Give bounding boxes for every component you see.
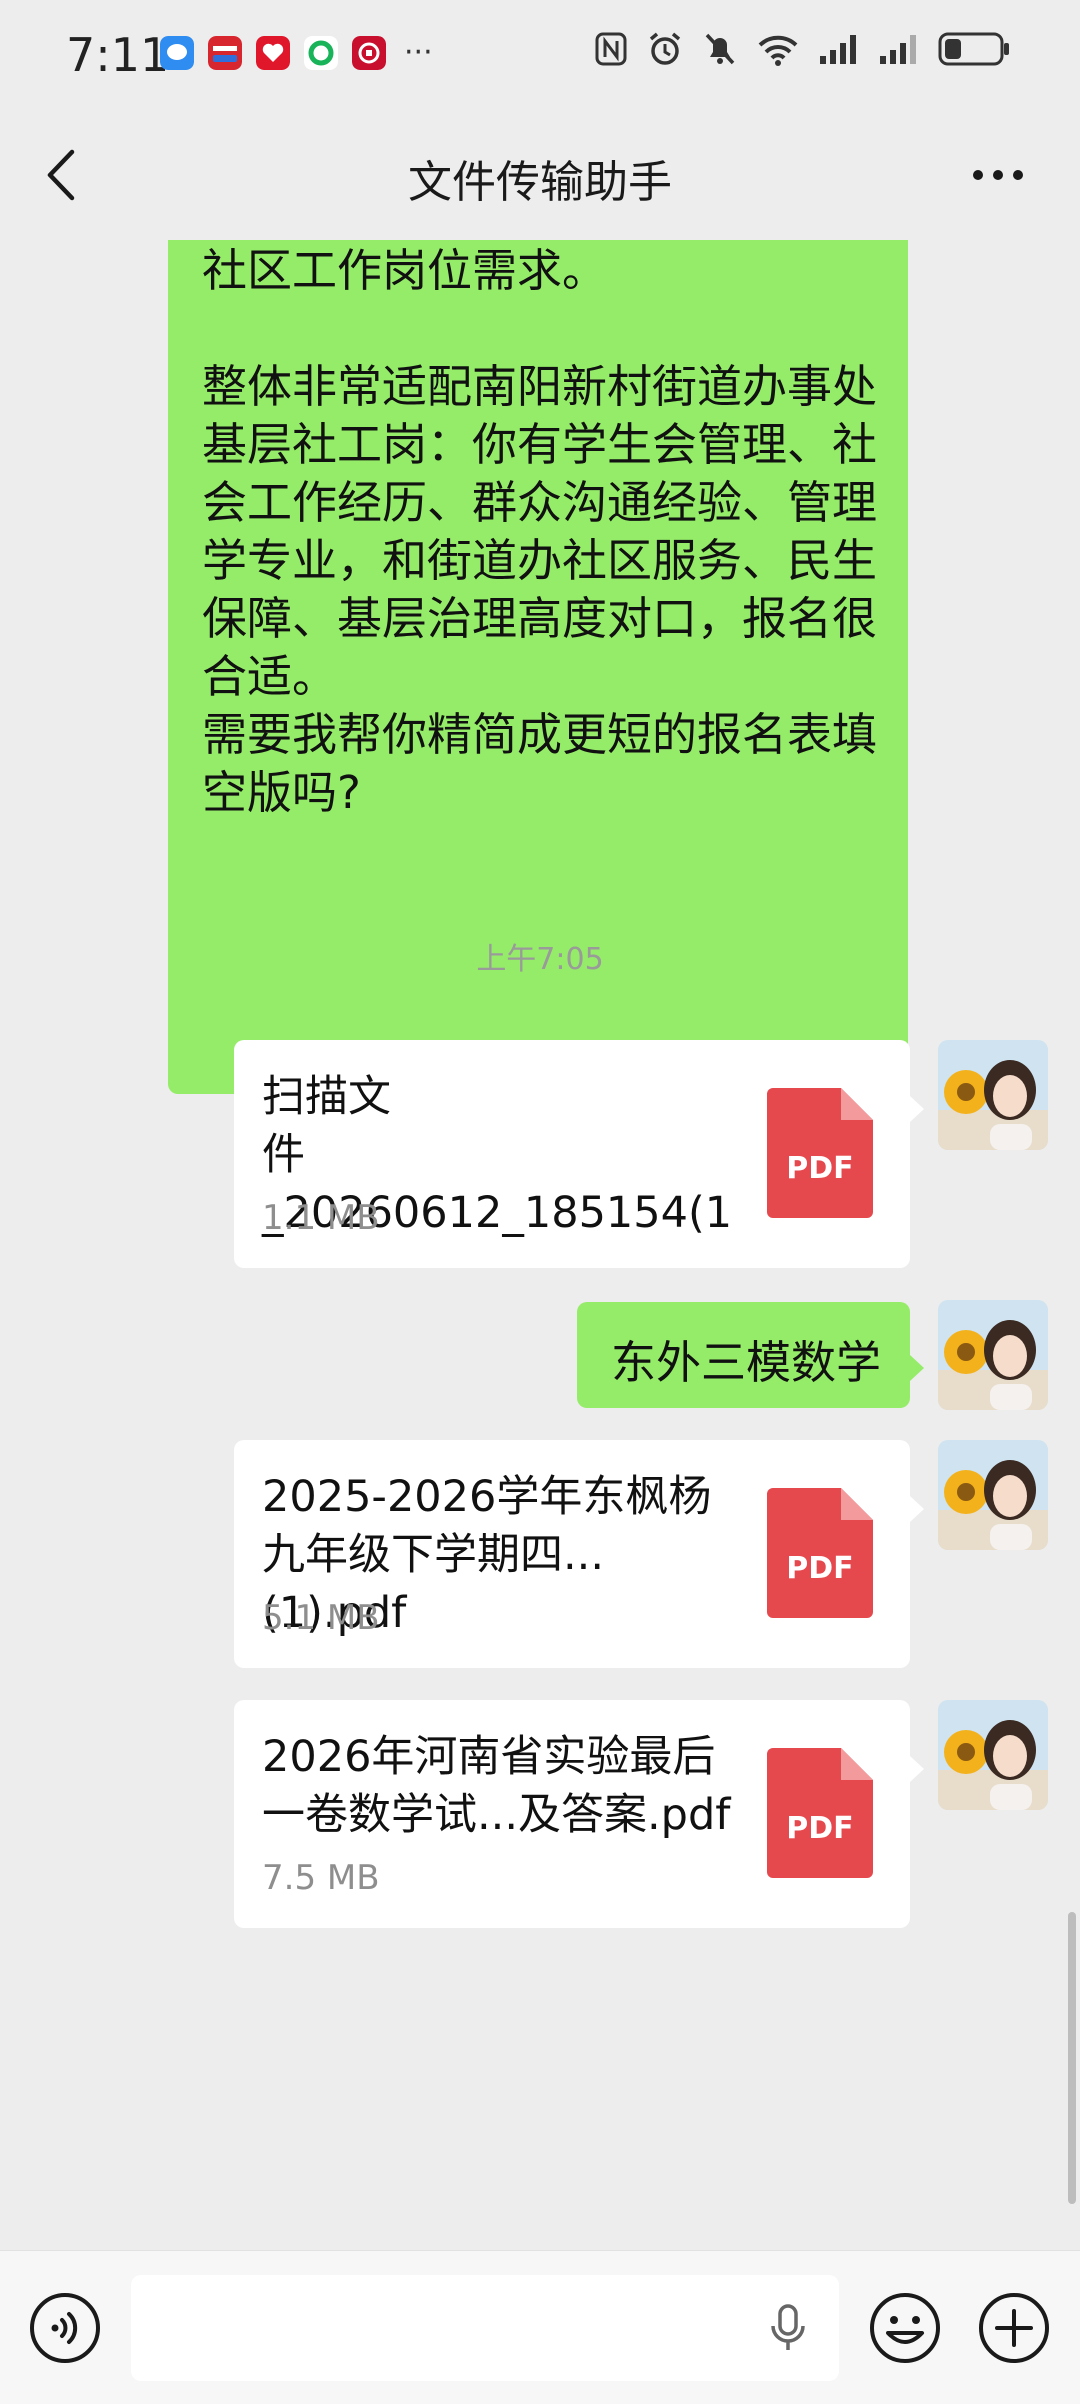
- nfc-icon: [595, 32, 627, 66]
- message-bubble-text[interactable]: 东外三模数学: [577, 1302, 910, 1408]
- avatar[interactable]: [938, 1040, 1048, 1150]
- input-bar: [0, 2250, 1080, 2404]
- svg-text:PDF: PDF: [786, 1551, 853, 1586]
- bubble-tail: [910, 1496, 924, 1522]
- pdf-file-icon: PDF: [767, 1488, 873, 1618]
- bank-app-icon: [208, 36, 242, 70]
- avatar[interactable]: [938, 1440, 1048, 1550]
- pdf-file-icon: PDF: [767, 1088, 873, 1218]
- page-title: 文件传输助手: [408, 157, 672, 208]
- avatar[interactable]: [938, 1300, 1048, 1410]
- alarm-icon: [649, 32, 681, 65]
- plus-icon[interactable]: [977, 2291, 1051, 2365]
- file-name: 2026年河南省实验最后 一卷数学试...及答案.pdf: [262, 1732, 731, 1840]
- svg-text:PDF: PDF: [786, 1151, 853, 1186]
- bubble-tail: [910, 1756, 924, 1782]
- bubble-tail: [910, 1355, 924, 1381]
- message-timestamp: 上午7:05: [476, 942, 604, 977]
- bubble-tail: [910, 1096, 924, 1122]
- battery-icon: [938, 32, 1009, 66]
- avatar[interactable]: [938, 1700, 1048, 1810]
- pdf-file-icon: PDF: [767, 1748, 873, 1878]
- red-app-icon: [256, 36, 290, 70]
- green-app-icon: [304, 36, 338, 70]
- status-time: 7:11: [66, 28, 170, 82]
- message-text: 社区工作岗位需求。 整体非常适配南阳新村街道办事处基层社工岗：你有学生会管理、社…: [202, 244, 878, 819]
- file-size: 7.5 MB: [262, 1858, 380, 1898]
- avatar-image: [938, 1440, 1048, 1550]
- scrollbar[interactable]: [1068, 1912, 1076, 2204]
- system-icons: [594, 30, 1010, 68]
- more-options-icon[interactable]: [970, 162, 1026, 188]
- bank2-app-icon: [352, 36, 386, 70]
- more-notifications-icon: ···: [404, 35, 433, 70]
- notification-icons: ···: [160, 36, 433, 70]
- nav-bar: 文件传输助手: [0, 110, 1080, 240]
- file-message-card[interactable]: 扫描文 件_20260612_185154(1 1.1 MB PDF: [234, 1040, 910, 1268]
- file-message-card[interactable]: 2025-2026学年东枫杨 九年级下学期四...(1).pdf 5.1 MB …: [234, 1440, 910, 1668]
- status-bar: 7:11 ···: [0, 0, 1080, 110]
- avatar-image: [938, 1040, 1048, 1150]
- mute-icon: [705, 33, 735, 65]
- emoji-icon[interactable]: [868, 2291, 942, 2365]
- svg-text:PDF: PDF: [786, 1811, 853, 1846]
- file-message-card[interactable]: 2026年河南省实验最后 一卷数学试...及答案.pdf 7.5 MB PDF: [234, 1700, 910, 1928]
- voice-input-icon[interactable]: [28, 2291, 102, 2365]
- message-input[interactable]: [131, 2275, 839, 2381]
- signal-icon-2: [880, 35, 916, 64]
- microphone-icon[interactable]: [768, 2303, 808, 2353]
- message-text: 东外三模数学: [611, 1336, 882, 1389]
- chat-app-icon: [160, 36, 194, 70]
- avatar-image: [938, 1700, 1048, 1810]
- file-size: 1.1 MB: [262, 1198, 380, 1238]
- wifi-icon: [758, 35, 798, 66]
- file-size: 5.1 MB: [262, 1598, 380, 1638]
- signal-icon-1: [820, 35, 856, 64]
- chat-area[interactable]: 社区工作岗位需求。 整体非常适配南阳新村街道办事处基层社工岗：你有学生会管理、社…: [0, 240, 1080, 2250]
- avatar-image: [938, 1300, 1048, 1410]
